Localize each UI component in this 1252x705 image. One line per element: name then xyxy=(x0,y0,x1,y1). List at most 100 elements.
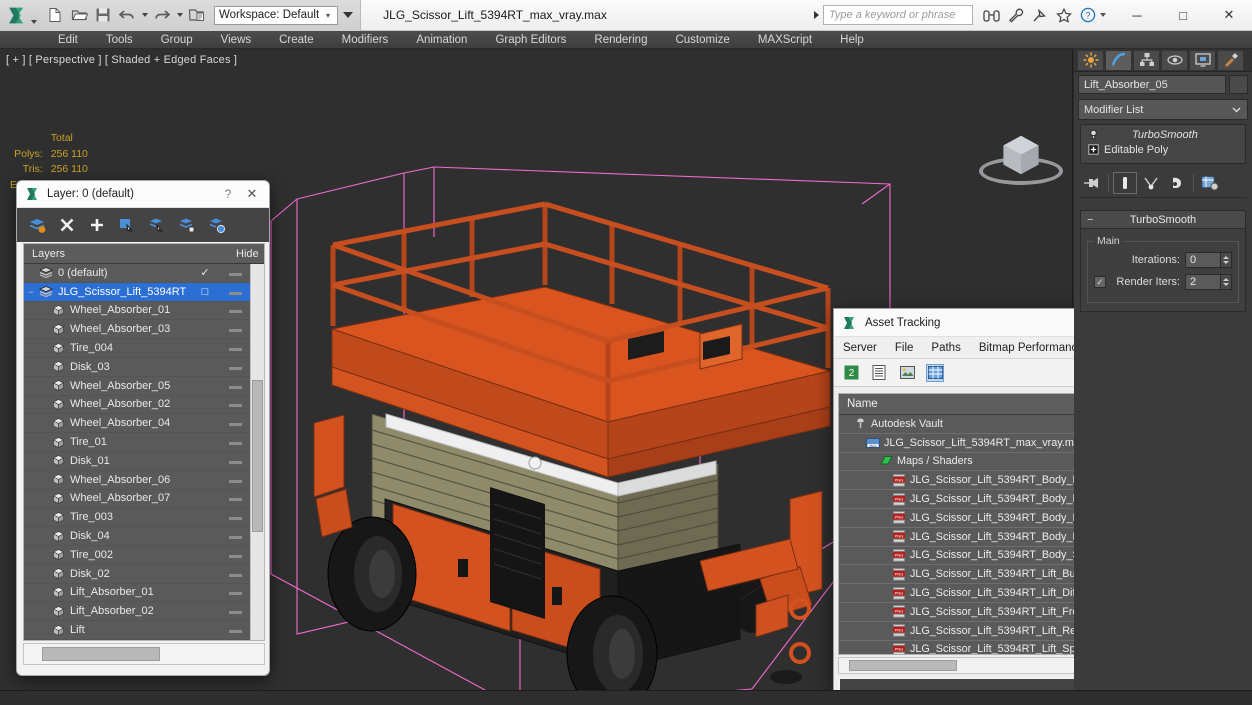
layer-hide-toggle[interactable] xyxy=(220,342,250,354)
help-icon[interactable]: ? xyxy=(1079,7,1096,24)
layer-row[interactable]: Wheel_Absorber_01 xyxy=(24,302,250,321)
create-new-layer-icon[interactable] xyxy=(27,215,47,235)
modify-tab[interactable] xyxy=(1105,50,1132,71)
layer-row[interactable]: Disk_04 xyxy=(24,527,250,546)
layer-hide-toggle[interactable] xyxy=(220,380,250,392)
layer-vertical-scrollbar[interactable] xyxy=(250,264,264,640)
layer-hide-toggle[interactable] xyxy=(220,417,250,429)
layer-row[interactable]: Wheel_Absorber_03 xyxy=(24,320,250,339)
layer-row[interactable]: Wheel_Absorber_05 xyxy=(24,377,250,396)
modifier-list-dropdown[interactable]: Modifier List xyxy=(1078,99,1248,120)
make-unique-icon[interactable] xyxy=(1139,172,1163,194)
search-expand-icon[interactable] xyxy=(809,4,823,26)
search-input[interactable]: Type a keyword or phrase xyxy=(823,5,973,25)
layer-current-checkbox[interactable]: ✓ xyxy=(190,266,220,279)
layer-hide-toggle[interactable] xyxy=(220,323,250,335)
workspace-selector[interactable]: Workspace: Default ▾ xyxy=(214,6,338,25)
create-tab[interactable] xyxy=(1077,50,1104,71)
maximize-button[interactable]: □ xyxy=(1160,0,1206,31)
thumbnail-view-icon[interactable] xyxy=(898,364,916,382)
layer-row[interactable]: 0 (default)✓ xyxy=(24,264,250,283)
menu-item-modifiers[interactable]: Modifiers xyxy=(328,31,403,49)
layer-row[interactable]: Lift_Absorber_01 xyxy=(24,584,250,603)
help-dropdown-caret-icon[interactable] xyxy=(1100,13,1106,17)
menu-item-tools[interactable]: Tools xyxy=(92,31,147,49)
layer-hide-toggle[interactable] xyxy=(220,361,250,373)
layer-properties-icon[interactable] xyxy=(207,215,227,235)
app-logo-button[interactable] xyxy=(0,0,40,31)
menu-item-create[interactable]: Create xyxy=(265,31,328,49)
show-end-result-icon[interactable] xyxy=(1113,172,1137,194)
workspace-dropdown-button[interactable] xyxy=(340,4,356,26)
layer-hide-toggle[interactable] xyxy=(220,511,250,523)
modifier-stack-row[interactable]: Editable Poly xyxy=(1081,142,1245,157)
lightbulb-icon[interactable] xyxy=(1086,129,1100,140)
rollout-collapse-icon[interactable]: − xyxy=(1087,214,1093,226)
layer-row[interactable]: Wheel_Absorber_02 xyxy=(24,396,250,415)
redo-dropdown-caret-icon[interactable] xyxy=(175,4,184,26)
wrench-icon[interactable] xyxy=(1007,7,1024,24)
layer-row[interactable]: Lift_Absorber_02 xyxy=(24,602,250,621)
add-selection-to-layer-icon[interactable] xyxy=(87,215,107,235)
binoculars-icon[interactable] xyxy=(983,7,1000,24)
pin-stack-icon[interactable] xyxy=(1080,172,1104,194)
display-tab[interactable] xyxy=(1189,50,1216,71)
menu-item-animation[interactable]: Animation xyxy=(402,31,481,49)
turbosmooth-rollout-header[interactable]: − TurboSmooth xyxy=(1080,210,1246,229)
undo-icon[interactable] xyxy=(116,4,138,26)
layer-vertical-scroll-thumb[interactable] xyxy=(252,380,263,532)
layer-row[interactable]: Disk_02 xyxy=(24,565,250,584)
layer-row[interactable]: Wheel_Absorber_07 xyxy=(24,490,250,509)
layer-row[interactable]: Tire_003 xyxy=(24,508,250,527)
modifier-stack[interactable]: TurboSmoothEditable Poly xyxy=(1080,124,1246,164)
modifier-stack-row[interactable]: TurboSmooth xyxy=(1081,127,1245,142)
layer-row[interactable]: Tire_002 xyxy=(24,546,250,565)
layer-hide-toggle[interactable] xyxy=(220,436,250,448)
menu-item-views[interactable]: Views xyxy=(207,31,265,49)
layer-hide-toggle[interactable] xyxy=(220,267,250,279)
highlight-selected-objects-layer-icon[interactable] xyxy=(147,215,167,235)
open-file-icon[interactable] xyxy=(68,4,90,26)
asset-menu-file[interactable]: File xyxy=(886,342,923,354)
menu-item-edit[interactable]: Edit xyxy=(44,31,92,49)
remove-modifier-icon[interactable] xyxy=(1165,172,1189,194)
layer-hide-toggle[interactable] xyxy=(220,586,250,598)
field-spinner[interactable] xyxy=(1221,274,1232,290)
layer-horizontal-scrollbar[interactable] xyxy=(23,643,265,665)
new-file-icon[interactable] xyxy=(44,4,66,26)
close-button[interactable]: ✕ xyxy=(1206,0,1252,31)
save-file-icon[interactable] xyxy=(92,4,114,26)
field-checkbox[interactable]: ✓ xyxy=(1094,276,1106,288)
layer-row[interactable]: Tire_01 xyxy=(24,433,250,452)
asset-menu-paths[interactable]: Paths xyxy=(922,342,969,354)
hierarchy-tab[interactable] xyxy=(1133,50,1160,71)
grid-view-icon[interactable] xyxy=(926,364,944,382)
field-spinner[interactable] xyxy=(1221,252,1232,268)
satellite-icon[interactable] xyxy=(1031,7,1048,24)
motion-tab[interactable] xyxy=(1161,50,1188,71)
field-value[interactable]: 0 xyxy=(1185,252,1221,268)
set-current-layer-icon[interactable] xyxy=(177,215,197,235)
layer-dialog-help-button[interactable]: ? xyxy=(217,187,239,201)
layer-row[interactable]: Wheel_Absorber_06 xyxy=(24,471,250,490)
asset-horizontal-scroll-thumb[interactable] xyxy=(849,660,957,671)
list-view-icon[interactable] xyxy=(870,364,888,382)
object-color-swatch[interactable] xyxy=(1229,75,1248,94)
configure-modifier-sets-icon[interactable] xyxy=(1198,172,1222,194)
menu-item-rendering[interactable]: Rendering xyxy=(580,31,661,49)
layer-explorer-dialog[interactable]: Layer: 0 (default) ? ✕ xyxy=(16,180,270,676)
menu-item-help[interactable]: Help xyxy=(826,31,878,49)
layer-hide-toggle[interactable] xyxy=(220,455,250,467)
layer-hide-toggle[interactable] xyxy=(220,605,250,617)
menu-item-maxscript[interactable]: MAXScript xyxy=(744,31,826,49)
minimize-button[interactable]: ─ xyxy=(1114,0,1160,31)
layer-row[interactable]: Wheel_Absorber_04 xyxy=(24,414,250,433)
layer-current-checkbox[interactable]: □ xyxy=(190,286,220,298)
layer-row[interactable]: Lift xyxy=(24,621,250,640)
delete-layer-icon[interactable] xyxy=(57,215,77,235)
menu-item-group[interactable]: Group xyxy=(147,31,207,49)
layer-hide-toggle[interactable] xyxy=(220,286,250,298)
object-name-field[interactable]: Lift_Absorber_05 xyxy=(1078,75,1226,94)
layer-hide-toggle[interactable] xyxy=(220,398,250,410)
layer-hide-toggle[interactable] xyxy=(220,624,250,636)
